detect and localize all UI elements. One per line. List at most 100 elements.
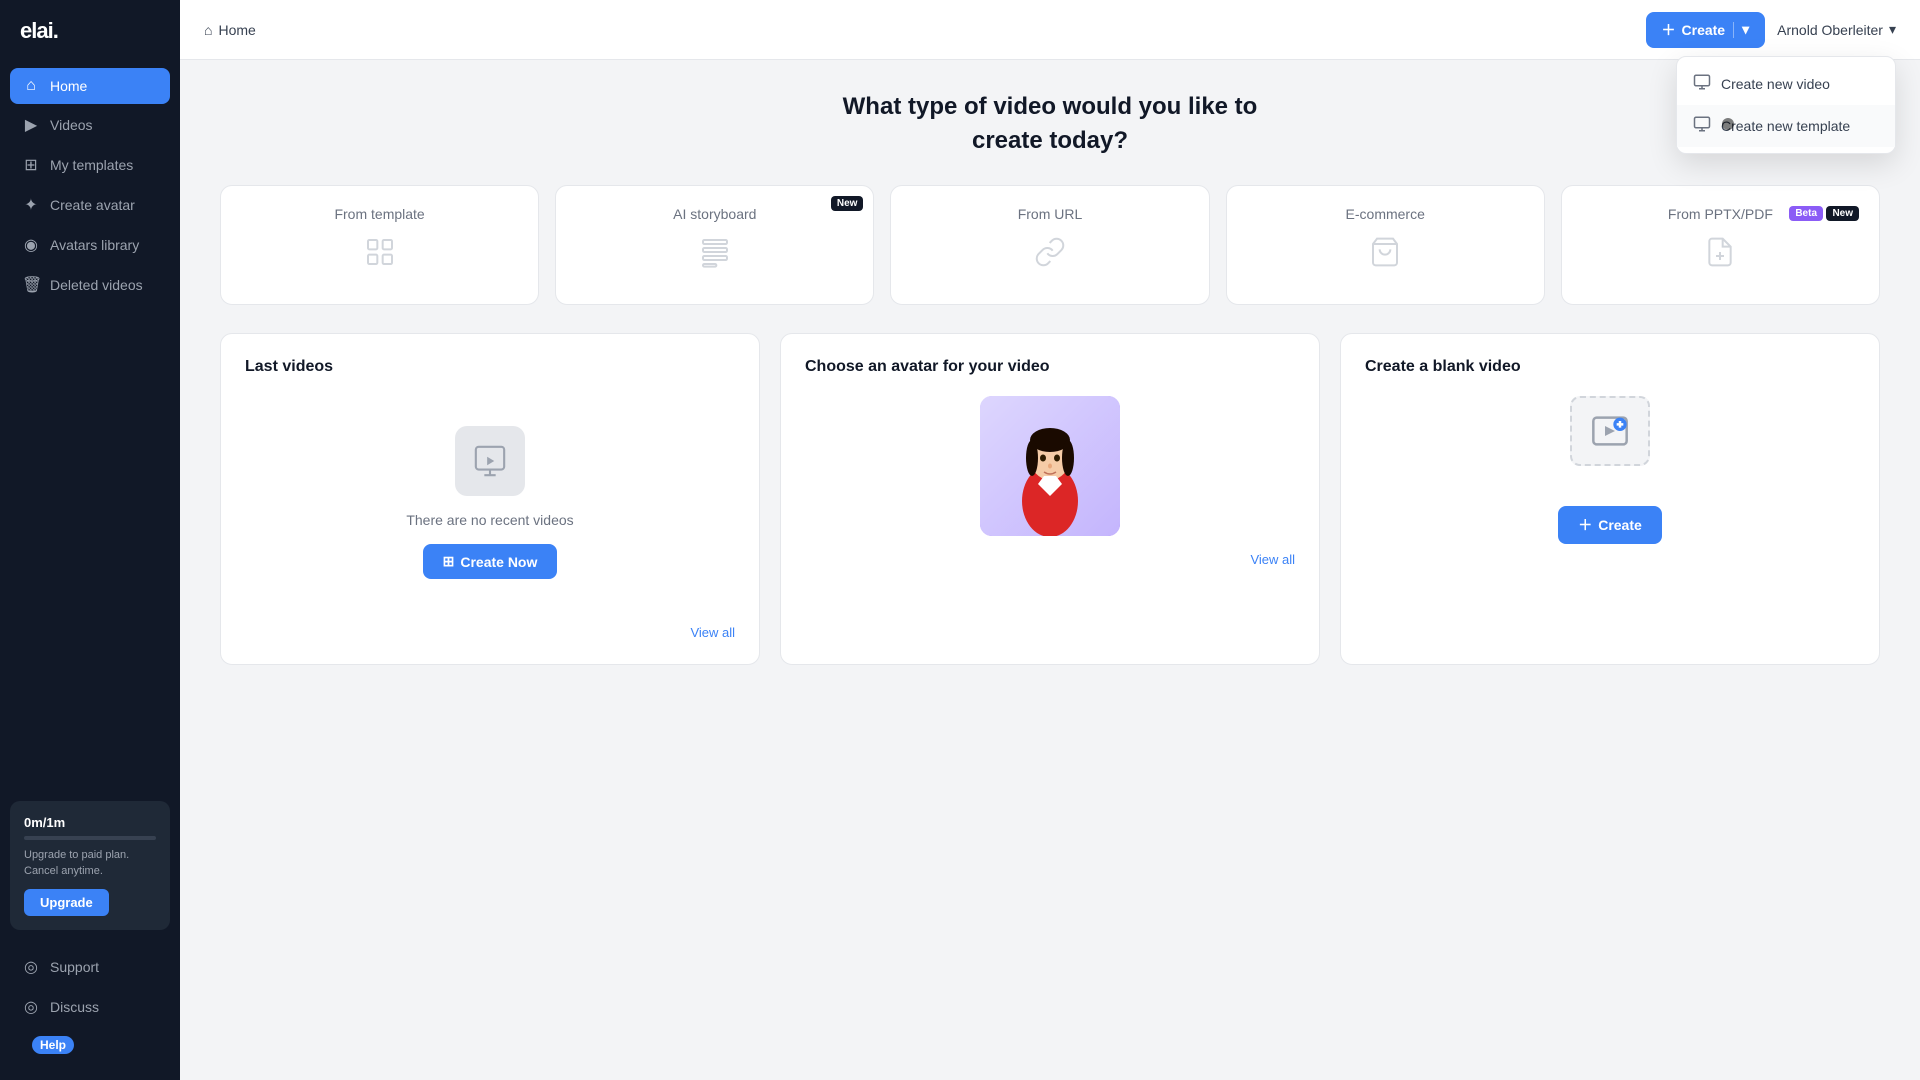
sidebar-item-my-templates[interactable]: ⊞ My templates: [10, 146, 170, 184]
sidebar-item-discuss[interactable]: ◎ Discuss: [10, 988, 170, 1026]
card-ai-storyboard-label: AI storyboard: [673, 206, 756, 222]
logo: elai.: [0, 0, 180, 62]
card-from-template-label: From template: [334, 206, 424, 222]
header-right: ＋ Create ▾ Arnold Oberleiter ▾: [1646, 12, 1896, 48]
blank-video-title: Create a blank video: [1365, 358, 1855, 376]
deleted-videos-icon: 🗑: [22, 275, 40, 295]
create-dropdown-menu: Create new video Create new template: [1676, 56, 1896, 154]
dropdown-create-video-label: Create new video: [1721, 76, 1830, 92]
ai-storyboard-icon: [699, 236, 731, 275]
choose-avatar-title: Choose an avatar for your video: [805, 358, 1295, 376]
sidebar-item-videos[interactable]: ▶ Videos: [10, 106, 170, 144]
sidebar-item-deleted-videos[interactable]: 🗑 Deleted videos: [10, 266, 170, 304]
create-avatar-icon: ✦: [22, 195, 40, 215]
last-videos-card: Last videos There are no recent videos ⊞…: [220, 333, 760, 665]
usage-bar: [24, 836, 156, 840]
beta-badge: Beta: [1789, 206, 1823, 221]
bottom-grid: Last videos There are no recent videos ⊞…: [220, 333, 1880, 665]
dropdown-create-new-video[interactable]: Create new video: [1677, 63, 1895, 105]
blank-video-icon: [1570, 396, 1650, 466]
blank-video-create-button[interactable]: ＋ Create: [1558, 506, 1662, 544]
no-videos-text: There are no recent videos: [406, 512, 573, 528]
sidebar-nav: ⌂ Home ▶ Videos ⊞ My templates ✦ Create …: [0, 62, 180, 793]
breadcrumb: ⌂ Home: [204, 22, 256, 38]
videos-icon: ▶: [22, 115, 40, 135]
card-from-url[interactable]: From URL: [890, 185, 1209, 305]
sidebar-item-videos-label: Videos: [50, 117, 93, 133]
from-url-icon: [1034, 236, 1066, 275]
templates-icon: ⊞: [22, 155, 40, 175]
card-from-pptx[interactable]: Beta New From PPTX/PDF: [1561, 185, 1880, 305]
card-from-url-label: From URL: [1018, 206, 1083, 222]
create-now-button[interactable]: ⊞ Create Now: [423, 544, 558, 579]
choose-avatar-view-all[interactable]: View all: [805, 552, 1295, 567]
avatar-display: [805, 396, 1295, 536]
dropdown-create-template-label: Create new template: [1721, 118, 1850, 134]
sidebar-item-deleted-label: Deleted videos: [50, 277, 143, 293]
card-ai-storyboard[interactable]: New AI storyboard: [555, 185, 874, 305]
blank-video-card: Create a blank video ＋ Create: [1340, 333, 1880, 665]
help-button[interactable]: Help: [20, 1028, 160, 1062]
dropdown-create-new-template[interactable]: Create new template: [1677, 105, 1895, 147]
avatar-svg: [980, 396, 1120, 536]
from-template-icon: [364, 236, 396, 275]
usage-label: 0m/1m: [24, 815, 156, 830]
no-videos-section: There are no recent videos ⊞ Create Now: [245, 396, 735, 609]
card-from-template[interactable]: From template: [220, 185, 539, 305]
create-btn-chevron: ▾: [1742, 21, 1749, 38]
create-now-icon: ⊞: [443, 553, 455, 570]
page-title: What type of video would you like to cre…: [220, 90, 1880, 157]
sidebar-item-home[interactable]: ⌂ Home: [10, 68, 170, 104]
choose-avatar-card: Choose an avatar for your video: [780, 333, 1320, 665]
content-area: What type of video would you like to cre…: [180, 60, 1920, 1080]
e-commerce-icon: [1369, 236, 1401, 275]
card-from-pptx-label: From PPTX/PDF: [1668, 206, 1773, 222]
sidebar-item-support[interactable]: ◎ Support: [10, 948, 170, 986]
user-chevron: ▾: [1889, 21, 1896, 38]
no-videos-icon: [455, 426, 525, 496]
user-name: Arnold Oberleiter: [1777, 22, 1883, 38]
page-title-line2: create today?: [972, 127, 1128, 154]
home-icon: ⌂: [22, 77, 40, 95]
sidebar: elai. ⌂ Home ▶ Videos ⊞ My templates ✦ C…: [0, 0, 180, 1080]
blank-video-create-label: Create: [1598, 517, 1642, 533]
breadcrumb-home: ⌂ Home: [204, 22, 256, 38]
sidebar-bottom: ◎ Support ◎ Discuss Help: [0, 938, 180, 1080]
create-btn-label: Create: [1682, 22, 1726, 38]
breadcrumb-home-label: Home: [218, 22, 255, 38]
upgrade-text: Upgrade to paid plan. Cancel anytime.: [24, 848, 156, 879]
ai-storyboard-badge: New: [831, 196, 864, 211]
create-dropdown-button[interactable]: ＋ Create ▾: [1646, 12, 1766, 48]
discuss-icon: ◎: [22, 997, 40, 1017]
sidebar-item-create-avatar[interactable]: ✦ Create avatar: [10, 186, 170, 224]
video-types-row: From template New AI storyboard: [220, 185, 1880, 305]
create-video-icon: [1693, 73, 1711, 95]
sidebar-item-avatars-label: Avatars library: [50, 237, 139, 253]
create-btn-divider: [1733, 22, 1734, 38]
sidebar-item-templates-label: My templates: [50, 157, 133, 173]
user-info[interactable]: Arnold Oberleiter ▾: [1777, 21, 1896, 38]
upgrade-card: 0m/1m Upgrade to paid plan. Cancel anyti…: [10, 801, 170, 930]
main-content: ⌂ Home ＋ Create ▾ Arnold Oberleiter ▾: [180, 0, 1920, 1080]
help-badge: Help: [32, 1036, 74, 1054]
sidebar-item-discuss-label: Discuss: [50, 999, 99, 1015]
page-title-line1: What type of video would you like to: [843, 93, 1258, 120]
support-icon: ◎: [22, 957, 40, 977]
from-pptx-icon: [1704, 236, 1736, 275]
last-videos-title: Last videos: [245, 358, 735, 376]
create-now-label: Create Now: [460, 554, 537, 570]
create-template-icon: [1693, 115, 1711, 137]
card-e-commerce-label: E-commerce: [1346, 206, 1425, 222]
upgrade-button[interactable]: Upgrade: [24, 889, 109, 916]
avatars-library-icon: ◉: [22, 235, 40, 255]
avatar-image[interactable]: [980, 396, 1120, 536]
blank-video-plus-icon: ＋: [1578, 515, 1592, 535]
new-badge: New: [1826, 206, 1859, 221]
card-e-commerce[interactable]: E-commerce: [1226, 185, 1545, 305]
sidebar-item-create-avatar-label: Create avatar: [50, 197, 135, 213]
header: ⌂ Home ＋ Create ▾ Arnold Oberleiter ▾: [180, 0, 1920, 60]
home-breadcrumb-icon: ⌂: [204, 22, 212, 38]
last-videos-view-all[interactable]: View all: [245, 625, 735, 640]
sidebar-item-avatars-library[interactable]: ◉ Avatars library: [10, 226, 170, 264]
sidebar-item-support-label: Support: [50, 959, 99, 975]
